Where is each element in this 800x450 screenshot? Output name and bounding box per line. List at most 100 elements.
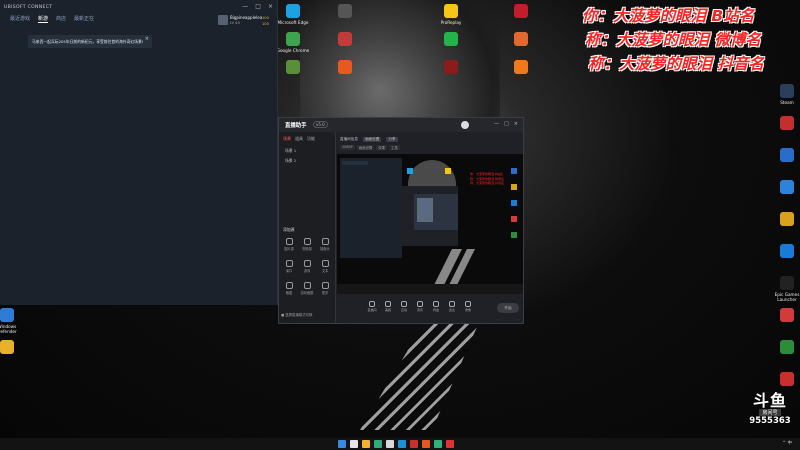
user-profile[interactable]: Bigpineapplelea LV 43 100 100	[218, 15, 272, 31]
user-currency: 100 100	[262, 15, 269, 27]
desktop-icon[interactable]	[502, 4, 540, 20]
resolution-select[interactable]: 1080P	[340, 145, 355, 150]
desktop-icon[interactable]	[432, 32, 470, 48]
app-icon	[0, 340, 14, 354]
scene-item[interactable]: 场景 2	[285, 158, 296, 164]
source-button[interactable]: 游戏	[299, 260, 315, 273]
ubisoft-window-controls: — □ ×	[242, 3, 273, 10]
desktop-icon[interactable]	[768, 116, 800, 132]
source-button[interactable]: 截图	[281, 282, 297, 295]
desktop-icon[interactable]	[768, 180, 800, 196]
desktop-icon[interactable]: Microsoft Edge	[274, 4, 312, 25]
avatar[interactable]	[461, 121, 469, 129]
nav-new[interactable]: 新游	[38, 15, 49, 23]
tab-picture-settings[interactable]: 画面设置	[362, 137, 382, 142]
streaming-logo: 直播助手	[285, 123, 307, 129]
desktop-icon[interactable]	[432, 60, 470, 76]
app-icon	[444, 60, 458, 74]
desktop-icon[interactable]	[768, 148, 800, 164]
bottom-tool-button[interactable]: 直播间	[365, 301, 379, 312]
taskbar-app-icon[interactable]	[350, 440, 358, 448]
app-icon	[780, 244, 794, 258]
nav-recent[interactable]: 最近游戏	[10, 15, 30, 23]
source-button-label: 更多	[321, 291, 329, 295]
mode-switch[interactable]: ■ 竖屏直播模式切换	[281, 312, 312, 317]
desktop-icon[interactable]	[768, 340, 800, 356]
username: Bigpineapplelea	[230, 15, 263, 20]
tools-button[interactable]: 工具	[389, 145, 400, 150]
tool-icon	[433, 301, 439, 307]
source-button[interactable]: 窗口	[281, 260, 297, 273]
close-icon[interactable]: ×	[145, 36, 149, 42]
source-icon	[303, 238, 311, 245]
desktop-icon[interactable]: Google Chrome	[274, 32, 312, 53]
share-button[interactable]: 分享	[386, 137, 398, 142]
taskbar-app-icon[interactable]	[410, 440, 418, 448]
nav-store[interactable]: 商店	[56, 15, 66, 23]
taskbar-app-icon[interactable]	[446, 440, 454, 448]
tool-icon	[417, 301, 423, 307]
desktop-icon[interactable]: Windows Defender	[0, 308, 26, 334]
source-button[interactable]: 摄像头	[317, 238, 333, 251]
desktop-icon[interactable]	[326, 32, 364, 48]
desktop-icon[interactable]	[502, 60, 540, 76]
desktop-icon[interactable]: ProReplay	[432, 4, 470, 25]
bottom-tool-button[interactable]: 连麦	[445, 301, 459, 312]
taskbar-app-icon[interactable]	[338, 440, 346, 448]
desktop-icon[interactable]	[768, 244, 800, 260]
close-button[interactable]: ×	[268, 3, 273, 10]
bottom-tool-button[interactable]: 互动	[397, 301, 411, 312]
live-preview[interactable]: 你：大菠萝的眼泪 B站名 称：大菠萝的眼泪 微博名 称：大菠萝的眼泪 抖音名	[337, 154, 523, 294]
desktop-icon[interactable]	[502, 32, 540, 48]
version-badge[interactable]: v5.0	[313, 121, 328, 128]
tool-label: 直播间	[367, 308, 377, 312]
minimize-button[interactable]: —	[242, 3, 248, 10]
desktop-icon[interactable]	[326, 4, 364, 20]
desktop-icon[interactable]: Steam	[768, 84, 800, 105]
source-button[interactable]: 图片源	[281, 238, 297, 251]
minimize-button[interactable]: —	[494, 121, 499, 127]
notification-banner[interactable]: 马来西一起兵玩205年日前的新纪元，享受前往首的海外奇幻场景! ×	[28, 35, 152, 48]
room-number-label: 房间号	[759, 409, 781, 416]
streaming-window-controls: — □ ×	[494, 121, 518, 127]
taskbar-app-icon[interactable]	[398, 440, 406, 448]
bottom-tool-button[interactable]: 音乐	[413, 301, 427, 312]
start-live-button[interactable]: 开始	[497, 303, 519, 313]
desktop-icon[interactable]	[768, 212, 800, 228]
maximize-button[interactable]: □	[255, 3, 261, 10]
bottom-tool-button[interactable]: 录像	[461, 301, 475, 312]
tab-props[interactable]: 道具	[295, 136, 303, 142]
source-button[interactable]: 游戏截图	[299, 282, 315, 295]
app-icon	[444, 32, 458, 46]
streaming-bottom-bar: 直播间 美颜 互动 音乐 转盘 连麦 录像 开始	[337, 297, 523, 323]
desktop-icon[interactable]: Epic Games Launcher	[768, 276, 800, 302]
taskbar-app-icon[interactable]	[374, 440, 382, 448]
desktop-icon[interactable]	[326, 60, 364, 76]
taskbar-app-icon[interactable]	[422, 440, 430, 448]
bottom-tool-button[interactable]: 美颜	[381, 301, 395, 312]
tab-scenes[interactable]: 场景	[283, 136, 291, 142]
app-icon	[286, 60, 300, 74]
tab-functions[interactable]: 功能	[307, 136, 315, 142]
nav-latest[interactable]: 最新正在	[74, 15, 94, 23]
source-button[interactable]: 视频源	[299, 238, 315, 251]
taskbar-app-icon[interactable]	[386, 440, 394, 448]
close-button[interactable]: ×	[514, 121, 518, 127]
maximize-button[interactable]: □	[504, 121, 509, 127]
tab-room-info[interactable]: 直播间信息	[340, 137, 358, 142]
source-button[interactable]: 文本	[317, 260, 333, 273]
desktop-icon[interactable]	[768, 372, 800, 388]
source-button[interactable]: 更多	[317, 282, 333, 295]
preview-overlay-text: 你：大菠萝的眼泪 B站名 称：大菠萝的眼泪 微博名 称：大菠萝的眼泪 抖音名	[470, 172, 504, 186]
scene-item[interactable]: 场景 1	[285, 148, 296, 154]
taskbar-app-icon[interactable]	[434, 440, 442, 448]
system-tray[interactable]: ^ 中	[782, 440, 792, 446]
picture-settings-button[interactable]: 画面设置	[356, 145, 375, 150]
effects-button[interactable]: 效果	[376, 145, 388, 150]
bottom-tool-button[interactable]: 转盘	[429, 301, 443, 312]
desktop-icon[interactable]	[0, 340, 26, 356]
avatar	[218, 15, 228, 25]
desktop-icon[interactable]	[768, 308, 800, 324]
desktop-icon[interactable]	[274, 60, 312, 76]
taskbar-app-icon[interactable]	[362, 440, 370, 448]
